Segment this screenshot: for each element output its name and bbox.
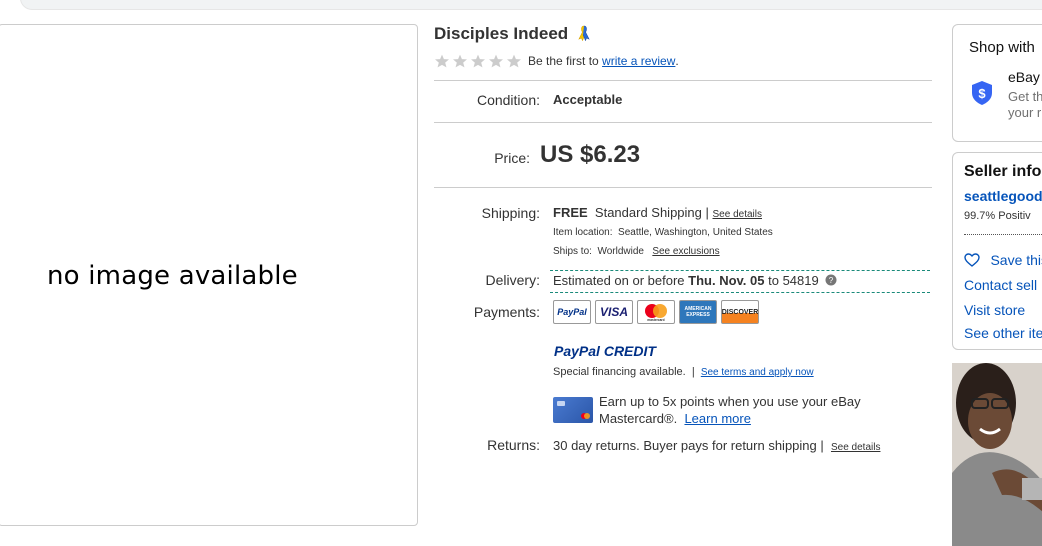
rating-row: Be the first to write a review. (434, 54, 679, 68)
rating-suffix: . (675, 54, 679, 68)
earn-points-text: Earn up to 5x points when you use your e… (599, 393, 899, 427)
condition-label: Condition: (476, 92, 540, 108)
delivery-date: Thu. Nov. 05 (688, 273, 765, 288)
address-bar[interactable] (20, 0, 1042, 10)
promo-image[interactable] (952, 363, 1042, 546)
paypal-icon: PayPal (553, 300, 591, 324)
divider (434, 122, 932, 123)
see-exclusions-link[interactable]: See exclusions (652, 246, 719, 257)
shipping-line: FREE Standard Shipping | See details (553, 205, 762, 220)
paypal-credit-b: CREDIT (603, 343, 656, 359)
shipping-free: FREE (553, 205, 588, 220)
get-text: Get th (1008, 89, 1042, 104)
browser-top (0, 0, 1042, 14)
delivery-to: to 54819 (768, 273, 819, 288)
save-seller-row[interactable]: Save this (964, 252, 1042, 270)
delivery-prefix: Estimated on or before (553, 273, 685, 288)
your-text: your r (1008, 105, 1042, 120)
svg-text:$: $ (978, 86, 986, 101)
price-label: Price: (494, 150, 530, 166)
returns-text: 30 day returns. Buyer pays for return sh… (553, 438, 824, 453)
financing-line: Special financing available. | See terms… (553, 366, 814, 378)
location-value: Seattle, Washington, United States (618, 227, 773, 238)
price-value: US $6.23 (540, 141, 641, 168)
star-icon (453, 54, 467, 68)
returns-see-details-link[interactable]: See details (831, 442, 880, 453)
paypal-credit-logo: PayPal CREDIT (554, 343, 656, 359)
shipping-see-details-link[interactable]: See details (713, 209, 762, 220)
shop-with-title: Shop with (969, 39, 1035, 56)
star-icon (471, 54, 485, 68)
item-image-panel[interactable]: no image available (0, 24, 418, 526)
shipping-label: Shipping: (481, 205, 540, 221)
heart-icon (964, 253, 980, 267)
divider (434, 80, 932, 81)
item-title: Disciples Indeed (434, 24, 591, 44)
svg-text:mastercard: mastercard (647, 318, 664, 322)
item-title-text: Disciples Indeed (434, 24, 569, 43)
rating-prefix: Be the first to (528, 54, 599, 68)
seller-feedback: 99.7% Positiv (964, 210, 1031, 222)
see-terms-link[interactable]: See terms and apply now (701, 367, 814, 378)
save-seller-link[interactable]: Save this (990, 252, 1042, 268)
payments-label: Payments: (473, 304, 540, 320)
shop-with-confidence-box: Shop with $ eBay Get th your r (952, 24, 1042, 142)
shipping-method: Standard Shipping | (594, 205, 709, 220)
paypal-credit-a: PayPal (554, 343, 600, 359)
mastercard-icon: mastercard (637, 300, 675, 324)
divider (434, 187, 932, 188)
payment-icons: PayPal VISA mastercard AMERICAN EXPRESS … (553, 300, 759, 324)
ribbon-icon (578, 25, 590, 41)
amex-icon: AMERICAN EXPRESS (679, 300, 717, 324)
ships-to-label: Ships to: (553, 246, 592, 257)
star-icon (489, 54, 503, 68)
returns-label: Returns: (487, 437, 540, 453)
ships-to: Ships to: Worldwide See exclusions (553, 246, 720, 257)
svg-text:?: ? (829, 276, 834, 285)
visit-store-link[interactable]: Visit store (964, 302, 1025, 318)
ships-to-value: Worldwide (597, 246, 644, 257)
financing-sep: | (691, 366, 695, 378)
seller-name-link[interactable]: seattlegood (964, 188, 1042, 204)
item-location: Item location: Seattle, Washington, Unit… (553, 227, 773, 238)
star-icon (507, 54, 521, 68)
seller-info-title: Seller info (964, 163, 1042, 180)
contact-seller-link[interactable]: Contact sell (964, 277, 1037, 293)
learn-more-link[interactable]: Learn more (684, 411, 750, 426)
see-other-items-link[interactable]: See other ite (964, 325, 1042, 341)
condition-value: Acceptable (553, 92, 623, 107)
discover-icon: DISCOVER (721, 300, 759, 324)
delivery-label: Delivery: (485, 272, 540, 288)
ebay-label: eBay (1008, 69, 1040, 85)
delivery-value: Estimated on or before Thu. Nov. 05 to 5… (553, 273, 837, 288)
financing-text: Special financing available. (553, 366, 686, 378)
visa-icon: VISA (595, 300, 633, 324)
no-image-text: no image available (47, 261, 298, 291)
seller-info-box: Seller info seattlegood 99.7% Positiv Sa… (952, 152, 1042, 350)
star-icon (435, 54, 449, 68)
help-icon[interactable]: ? (825, 274, 837, 286)
shield-icon: $ (972, 81, 992, 105)
location-label: Item location: (553, 227, 613, 238)
write-review-link[interactable]: write a review (602, 54, 675, 68)
dotted-divider (964, 234, 1042, 235)
returns-line: 30 day returns. Buyer pays for return sh… (553, 438, 880, 453)
ebay-mastercard-image (553, 397, 593, 423)
